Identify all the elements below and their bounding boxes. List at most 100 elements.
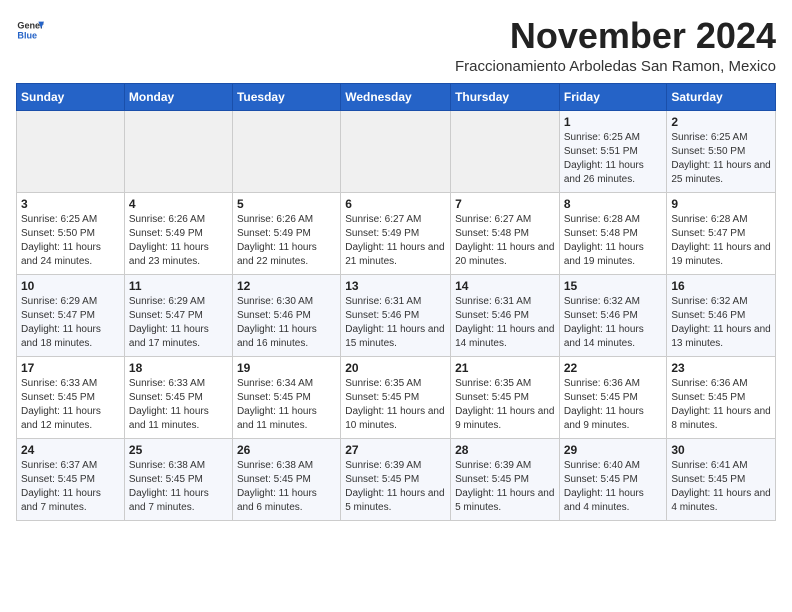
day-info: Sunrise: 6:26 AM Sunset: 5:49 PM Dayligh…	[129, 213, 228, 269]
title-block: November 2024 Fraccionamiento Arboledas …	[455, 16, 776, 75]
calendar-cell: 17 Sunrise: 6:33 AM Sunset: 5:45 PM Dayli…	[17, 356, 125, 438]
day-number: 8	[564, 197, 663, 211]
logo-icon: General Blue	[16, 16, 44, 44]
day-info: Sunrise: 6:39 AM Sunset: 5:45 PM Dayligh…	[345, 459, 446, 515]
day-number: 12	[237, 279, 336, 293]
day-number: 26	[237, 443, 336, 457]
calendar-day-header: Wednesday	[341, 83, 451, 110]
calendar-cell: 27Sunrise: 6:39 AM Sunset: 5:45 PM Dayli…	[341, 438, 451, 520]
calendar-cell	[124, 110, 232, 192]
day-number: 15	[564, 279, 663, 293]
day-number: 21	[455, 361, 555, 375]
calendar-cell: 14 Sunrise: 6:31 AM Sunset: 5:46 PM Dayli…	[451, 274, 560, 356]
day-number: 2	[671, 115, 771, 129]
calendar-cell: 25 Sunrise: 6:38 AM Sunset: 5:45 PM Dayli…	[124, 438, 232, 520]
calendar-cell: 30 Sunrise: 6:41 AM Sunset: 5:45 PM Dayli…	[667, 438, 776, 520]
day-info: Sunrise: 6:25 AM Sunset: 5:50 PM Dayligh…	[671, 131, 771, 187]
day-info: Sunrise: 6:27 AM Sunset: 5:48 PM Dayligh…	[455, 213, 555, 269]
day-number: 1	[564, 115, 663, 129]
day-number: 4	[129, 197, 228, 211]
calendar-body: 1 Sunrise: 6:25 AM Sunset: 5:51 PM Daylig…	[17, 110, 776, 520]
day-number: 5	[237, 197, 336, 211]
calendar-day-header: Thursday	[451, 83, 560, 110]
day-info: Sunrise: 6:40 AM Sunset: 5:45 PM Dayligh…	[564, 459, 663, 515]
day-info: Sunrise: 6:32 AM Sunset: 5:46 PM Dayligh…	[671, 295, 771, 351]
svg-text:Blue: Blue	[17, 30, 37, 40]
calendar-cell: 20 Sunrise: 6:35 AM Sunset: 5:45 PM Dayli…	[341, 356, 451, 438]
day-number: 24	[21, 443, 120, 457]
calendar-cell: 12 Sunrise: 6:30 AM Sunset: 5:46 PM Dayli…	[232, 274, 340, 356]
day-info: Sunrise: 6:29 AM Sunset: 5:47 PM Dayligh…	[129, 295, 228, 351]
calendar-cell: 26Sunrise: 6:38 AM Sunset: 5:45 PM Dayli…	[232, 438, 340, 520]
day-number: 13	[345, 279, 446, 293]
calendar-week-row: 17 Sunrise: 6:33 AM Sunset: 5:45 PM Dayli…	[17, 356, 776, 438]
calendar-cell: 8Sunrise: 6:28 AM Sunset: 5:48 PM Daylig…	[559, 192, 667, 274]
day-info: Sunrise: 6:35 AM Sunset: 5:45 PM Dayligh…	[455, 377, 555, 433]
calendar-day-header: Monday	[124, 83, 232, 110]
day-number: 14	[455, 279, 555, 293]
day-info: Sunrise: 6:27 AM Sunset: 5:49 PM Dayligh…	[345, 213, 446, 269]
day-number: 30	[671, 443, 771, 457]
day-info: Sunrise: 6:36 AM Sunset: 5:45 PM Dayligh…	[671, 377, 771, 433]
day-info: Sunrise: 6:35 AM Sunset: 5:45 PM Dayligh…	[345, 377, 446, 433]
calendar-cell: 15Sunrise: 6:32 AM Sunset: 5:46 PM Dayli…	[559, 274, 667, 356]
location: Fraccionamiento Arboledas San Ramon, Mex…	[455, 58, 776, 75]
calendar-week-row: 3 Sunrise: 6:25 AM Sunset: 5:50 PM Daylig…	[17, 192, 776, 274]
day-number: 16	[671, 279, 771, 293]
day-number: 9	[671, 197, 771, 211]
calendar-cell: 10 Sunrise: 6:29 AM Sunset: 5:47 PM Dayli…	[17, 274, 125, 356]
day-number: 28	[455, 443, 555, 457]
calendar-cell: 18 Sunrise: 6:33 AM Sunset: 5:45 PM Dayli…	[124, 356, 232, 438]
day-number: 10	[21, 279, 120, 293]
calendar-cell: 6Sunrise: 6:27 AM Sunset: 5:49 PM Daylig…	[341, 192, 451, 274]
calendar-cell: 1 Sunrise: 6:25 AM Sunset: 5:51 PM Daylig…	[559, 110, 667, 192]
calendar-cell: 23 Sunrise: 6:36 AM Sunset: 5:45 PM Dayli…	[667, 356, 776, 438]
day-number: 3	[21, 197, 120, 211]
day-number: 17	[21, 361, 120, 375]
day-info: Sunrise: 6:25 AM Sunset: 5:50 PM Dayligh…	[21, 213, 120, 269]
day-number: 19	[237, 361, 336, 375]
calendar-cell: 28 Sunrise: 6:39 AM Sunset: 5:45 PM Dayli…	[451, 438, 560, 520]
calendar-cell: 13 Sunrise: 6:31 AM Sunset: 5:46 PM Dayli…	[341, 274, 451, 356]
calendar-week-row: 10 Sunrise: 6:29 AM Sunset: 5:47 PM Dayli…	[17, 274, 776, 356]
day-number: 23	[671, 361, 771, 375]
day-info: Sunrise: 6:34 AM Sunset: 5:45 PM Dayligh…	[237, 377, 336, 433]
calendar-cell: 7Sunrise: 6:27 AM Sunset: 5:48 PM Daylig…	[451, 192, 560, 274]
calendar-cell: 11 Sunrise: 6:29 AM Sunset: 5:47 PM Dayli…	[124, 274, 232, 356]
calendar-day-header: Tuesday	[232, 83, 340, 110]
day-info: Sunrise: 6:31 AM Sunset: 5:46 PM Dayligh…	[455, 295, 555, 351]
day-info: Sunrise: 6:33 AM Sunset: 5:45 PM Dayligh…	[129, 377, 228, 433]
day-info: Sunrise: 6:41 AM Sunset: 5:45 PM Dayligh…	[671, 459, 771, 515]
day-info: Sunrise: 6:28 AM Sunset: 5:47 PM Dayligh…	[671, 213, 771, 269]
calendar-cell	[341, 110, 451, 192]
calendar-cell: 3 Sunrise: 6:25 AM Sunset: 5:50 PM Daylig…	[17, 192, 125, 274]
day-info: Sunrise: 6:39 AM Sunset: 5:45 PM Dayligh…	[455, 459, 555, 515]
calendar-week-row: 24Sunrise: 6:37 AM Sunset: 5:45 PM Dayli…	[17, 438, 776, 520]
day-number: 18	[129, 361, 228, 375]
calendar-cell: 22Sunrise: 6:36 AM Sunset: 5:45 PM Dayli…	[559, 356, 667, 438]
calendar-cell: 2 Sunrise: 6:25 AM Sunset: 5:50 PM Daylig…	[667, 110, 776, 192]
calendar-cell: 21 Sunrise: 6:35 AM Sunset: 5:45 PM Dayli…	[451, 356, 560, 438]
calendar-cell: 29 Sunrise: 6:40 AM Sunset: 5:45 PM Dayli…	[559, 438, 667, 520]
calendar-cell: 16 Sunrise: 6:32 AM Sunset: 5:46 PM Dayli…	[667, 274, 776, 356]
day-number: 29	[564, 443, 663, 457]
day-info: Sunrise: 6:33 AM Sunset: 5:45 PM Dayligh…	[21, 377, 120, 433]
day-number: 11	[129, 279, 228, 293]
logo: General Blue	[16, 16, 44, 44]
day-info: Sunrise: 6:30 AM Sunset: 5:46 PM Dayligh…	[237, 295, 336, 351]
day-info: Sunrise: 6:29 AM Sunset: 5:47 PM Dayligh…	[21, 295, 120, 351]
calendar-header-row: SundayMondayTuesdayWednesdayThursdayFrid…	[17, 83, 776, 110]
month-title: November 2024	[455, 16, 776, 56]
day-info: Sunrise: 6:26 AM Sunset: 5:49 PM Dayligh…	[237, 213, 336, 269]
calendar-cell	[17, 110, 125, 192]
day-number: 25	[129, 443, 228, 457]
day-info: Sunrise: 6:31 AM Sunset: 5:46 PM Dayligh…	[345, 295, 446, 351]
day-info: Sunrise: 6:25 AM Sunset: 5:51 PM Dayligh…	[564, 131, 663, 187]
day-info: Sunrise: 6:38 AM Sunset: 5:45 PM Dayligh…	[129, 459, 228, 515]
day-info: Sunrise: 6:36 AM Sunset: 5:45 PM Dayligh…	[564, 377, 663, 433]
calendar-cell: 4 Sunrise: 6:26 AM Sunset: 5:49 PM Daylig…	[124, 192, 232, 274]
calendar-cell: 24Sunrise: 6:37 AM Sunset: 5:45 PM Dayli…	[17, 438, 125, 520]
calendar-cell	[451, 110, 560, 192]
day-number: 20	[345, 361, 446, 375]
calendar-cell: 19 Sunrise: 6:34 AM Sunset: 5:45 PM Dayli…	[232, 356, 340, 438]
